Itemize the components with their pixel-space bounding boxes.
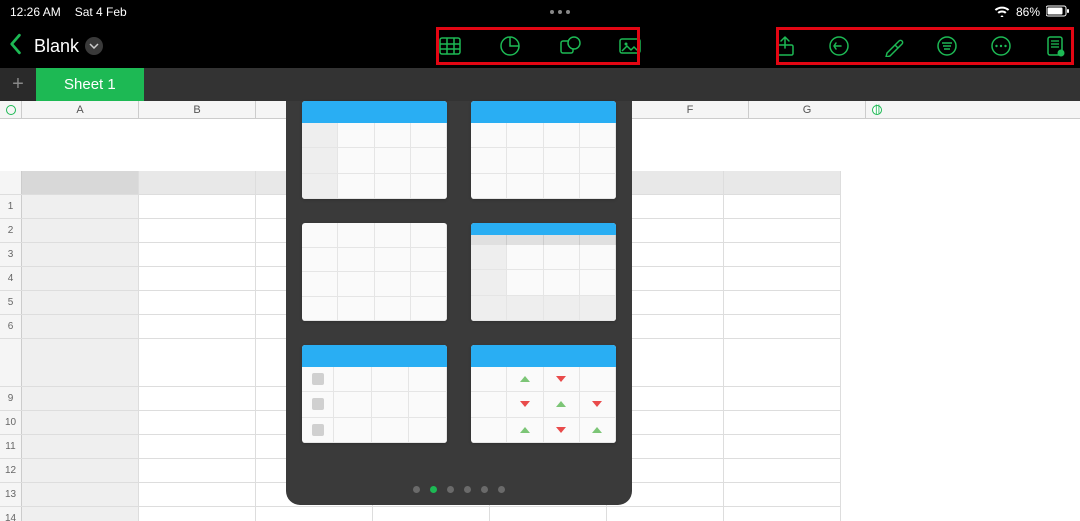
- col-header-g[interactable]: G: [749, 101, 866, 118]
- col-header-f[interactable]: F: [632, 101, 749, 118]
- multitask-dots[interactable]: [127, 10, 994, 14]
- more-icon[interactable]: [990, 35, 1012, 57]
- chevron-down-icon: [85, 37, 103, 55]
- spreadsheet[interactable]: A B F G || Table 1 1 2 3 4 5 6 9 10 11 1…: [0, 101, 1080, 521]
- add-column-handle[interactable]: ||: [866, 101, 888, 118]
- table-style-thumb[interactable]: [471, 223, 616, 321]
- page-dots[interactable]: [286, 486, 632, 493]
- battery-percent: 86%: [1016, 5, 1040, 19]
- format-brush-icon[interactable]: [882, 35, 904, 57]
- action-tools: [774, 35, 1074, 57]
- insert-media-icon[interactable]: [619, 35, 641, 57]
- sheet-tab-bar: + Sheet 1: [0, 68, 1080, 101]
- add-sheet-button[interactable]: +: [0, 68, 36, 101]
- status-bar: 12:26 AM Sat 4 Feb 86%: [0, 0, 1080, 24]
- battery-icon: [1046, 5, 1070, 20]
- insert-chart-icon[interactable]: [499, 35, 521, 57]
- document-title[interactable]: Blank: [34, 36, 103, 57]
- table-style-popup: [286, 101, 632, 505]
- status-time: 12:26 AM: [10, 5, 61, 19]
- table-style-thumb[interactable]: [471, 345, 616, 443]
- row-handle[interactable]: [0, 171, 22, 194]
- sheet-tab-1[interactable]: Sheet 1: [36, 68, 144, 101]
- col-header-b[interactable]: B: [139, 101, 256, 118]
- organize-icon[interactable]: [936, 35, 958, 57]
- insert-shape-icon[interactable]: [559, 35, 581, 57]
- share-icon[interactable]: [774, 35, 796, 57]
- insert-tools: [439, 35, 641, 57]
- table-style-thumb[interactable]: [471, 101, 616, 199]
- col-header-a[interactable]: A: [22, 101, 139, 118]
- select-all-handle[interactable]: [0, 101, 22, 118]
- table-style-thumb[interactable]: [302, 101, 447, 199]
- insert-table-icon[interactable]: [439, 35, 461, 57]
- status-date: Sat 4 Feb: [75, 5, 127, 19]
- back-button[interactable]: [6, 33, 24, 60]
- table-style-thumb[interactable]: [302, 345, 447, 443]
- wifi-icon: [994, 5, 1010, 20]
- table-style-thumb[interactable]: [302, 223, 447, 321]
- undo-icon[interactable]: [828, 35, 850, 57]
- nav-bar: Blank: [0, 24, 1080, 68]
- table-row[interactable]: 14: [0, 507, 841, 521]
- document-settings-icon[interactable]: [1044, 35, 1066, 57]
